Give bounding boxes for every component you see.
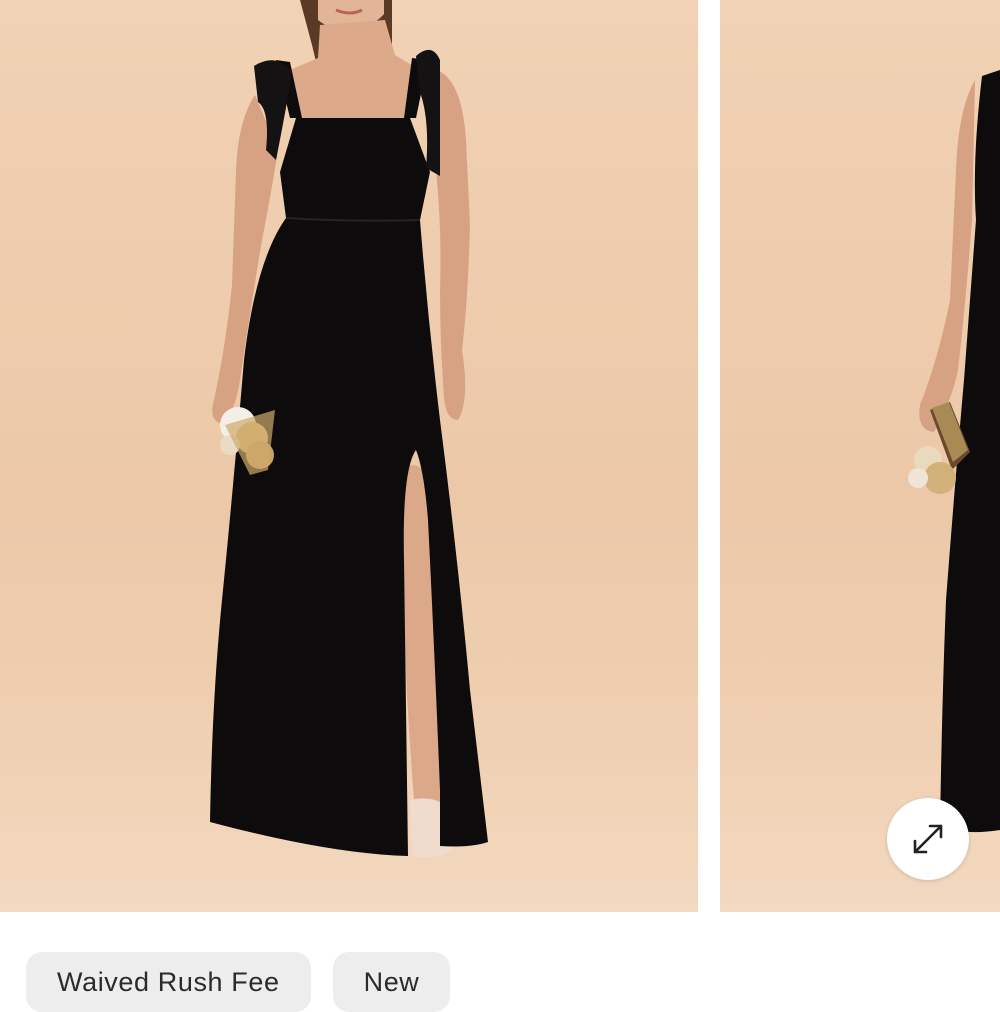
product-image-carousel[interactable] [0,0,1000,912]
expand-image-button[interactable] [887,798,969,880]
tag-new: New [332,952,451,1012]
product-image-side[interactable] [720,0,1000,912]
expand-arrows-icon [913,824,943,854]
model-photo-side [908,70,1000,833]
tag-waived-rush-fee: Waived Rush Fee [26,952,311,1012]
product-tags: Waived Rush Fee New [26,952,451,1012]
product-image-front[interactable] [0,0,698,912]
model-photo-front [210,0,488,858]
